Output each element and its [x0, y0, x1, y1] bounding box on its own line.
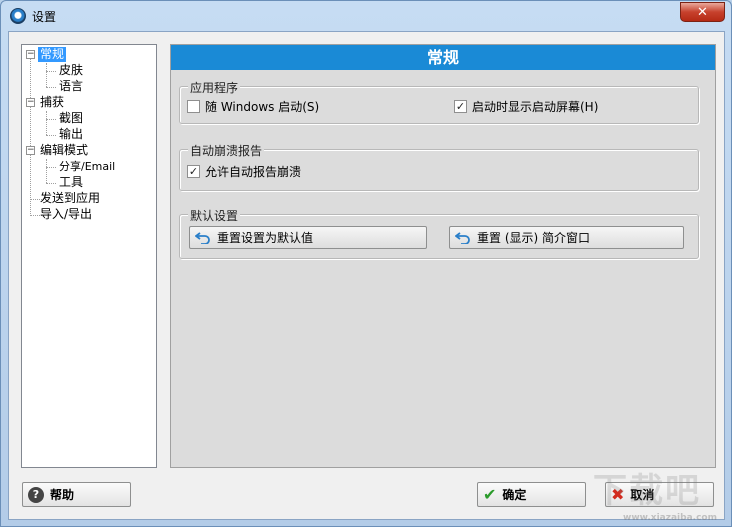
undo-arrow-icon — [195, 231, 211, 244]
checkmark-icon: ✓ — [187, 165, 200, 178]
expand-toggle-edit-mode[interactable]: − — [26, 146, 35, 155]
settings-tree[interactable]: − − − 常规 皮肤 语言 捕获 截图 输出 编辑模式 分享/Email 工具… — [21, 44, 157, 468]
checkbox-box — [187, 100, 200, 113]
reset-intro-label: 重置 (显示) 简介窗口 — [477, 231, 590, 245]
panel-title: 常规 — [171, 45, 715, 70]
check-icon: ✔ — [483, 484, 497, 504]
expand-toggle-general[interactable]: − — [26, 50, 35, 59]
tree-item-general[interactable]: 常规 — [38, 47, 67, 62]
settings-panel: 常规 应用程序 随 Windows 启动(S) ✓ 启动时显示启动屏幕(H) 自… — [170, 44, 716, 468]
close-icon: ✕ — [697, 4, 708, 20]
settings-window: 设置 ✕ − − − 常规 皮肤 语言 捕获 截图 输出 编辑模式 分享/Ema… — [0, 0, 732, 527]
watermark-text: 下载吧 — [593, 471, 701, 511]
ok-label: 确定 — [502, 488, 527, 502]
watermark-url: www.xiazaiba.com — [623, 513, 717, 523]
window-title: 设置 — [32, 10, 57, 24]
title-bar: 设置 ✕ — [1, 1, 731, 31]
tree-item-tools[interactable]: 工具 — [57, 175, 85, 190]
tree-item-share-email[interactable]: 分享/Email — [57, 159, 117, 174]
reset-defaults-button[interactable]: 重置设置为默认值 — [189, 226, 427, 249]
close-button[interactable]: ✕ — [680, 2, 725, 22]
app-icon — [10, 8, 26, 24]
group-application: 应用程序 随 Windows 启动(S) ✓ 启动时显示启动屏幕(H) — [179, 79, 699, 124]
undo-arrow-icon — [455, 231, 471, 244]
help-button[interactable]: ? 帮助 — [22, 482, 131, 507]
startup-with-windows-checkbox[interactable]: 随 Windows 启动(S) — [187, 98, 319, 115]
reset-defaults-label: 重置设置为默认值 — [217, 231, 314, 245]
show-splash-checkbox[interactable]: ✓ 启动时显示启动屏幕(H) — [454, 98, 598, 115]
allow-crash-report-label: 允许自动报告崩溃 — [205, 165, 302, 179]
reset-intro-button[interactable]: 重置 (显示) 简介窗口 — [449, 226, 684, 249]
tree-item-skin[interactable]: 皮肤 — [57, 63, 85, 78]
group-label-application: 应用程序 — [188, 79, 241, 96]
tree-item-capture[interactable]: 捕获 — [38, 95, 66, 110]
tree-item-edit-mode[interactable]: 编辑模式 — [38, 143, 90, 158]
tree-item-import-export[interactable]: 导入/导出 — [38, 207, 94, 222]
tree-item-send-to-app[interactable]: 发送到应用 — [38, 191, 102, 206]
help-icon: ? — [28, 486, 44, 503]
ok-button[interactable]: ✔ 确定 — [477, 482, 586, 507]
help-label: 帮助 — [50, 488, 75, 502]
tree-item-screenshot[interactable]: 截图 — [57, 111, 85, 126]
group-crash-report: 自动崩溃报告 ✓ 允许自动报告崩溃 — [179, 142, 699, 191]
dialog-body: − − − 常规 皮肤 语言 捕获 截图 输出 编辑模式 分享/Email 工具… — [8, 31, 725, 520]
watermark-logo: 下载吧 www.xiazaiba.com — [593, 463, 723, 523]
tree-item-language[interactable]: 语言 — [57, 79, 85, 94]
show-splash-label: 启动时显示启动屏幕(H) — [472, 100, 599, 114]
group-label-defaults: 默认设置 — [188, 207, 241, 224]
group-defaults: 默认设置 重置设置为默认值 重置 (显示) 简介窗口 — [179, 207, 699, 259]
allow-crash-report-checkbox[interactable]: ✓ 允许自动报告崩溃 — [187, 163, 301, 180]
group-label-crash-report: 自动崩溃报告 — [188, 142, 265, 159]
checkmark-icon: ✓ — [454, 100, 467, 113]
tree-item-output[interactable]: 输出 — [57, 127, 85, 142]
startup-with-windows-label: 随 Windows 启动(S) — [205, 100, 320, 114]
expand-toggle-capture[interactable]: − — [26, 98, 35, 107]
